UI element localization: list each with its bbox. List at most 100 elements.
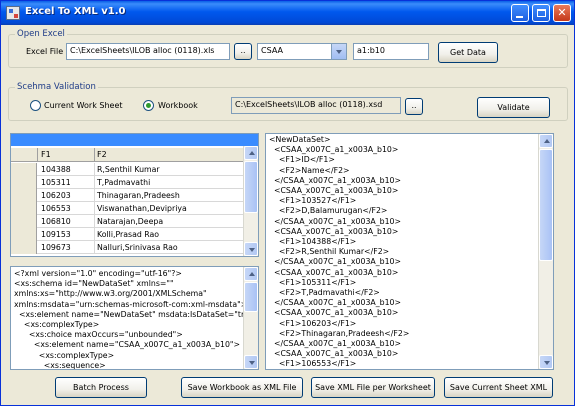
table-row[interactable]: 106553 Viswanathan,Devipriya xyxy=(11,202,243,215)
scroll-thumb[interactable] xyxy=(244,282,258,312)
data-grid[interactable]: F1 F2 104388 R,Senthil Kumar 105311 T,Padm… xyxy=(10,133,259,257)
xml-text-line: <CSAA_x007C_a1_x003A_b10> xyxy=(269,145,399,155)
cell-f2[interactable]: Kolli,Prasad Rao xyxy=(97,230,159,239)
schema-text-line: <xs:element name="NewDataSet" msdata:IsD… xyxy=(14,309,259,319)
column-header-f1[interactable]: F1 xyxy=(41,150,51,159)
save-current-sheet-xml-button[interactable]: Save Current Sheet XML xyxy=(444,377,553,398)
xml-text-line: <F1>106203</F1> xyxy=(269,318,357,328)
xml-scrollbar[interactable] xyxy=(538,134,553,369)
save-xml-per-worksheet-button[interactable]: Save XML File per Worksheet xyxy=(311,377,435,398)
schema-text-line: xmlns:xs="http://www.w3.org/2001/XMLSche… xyxy=(14,289,207,299)
title-bar[interactable]: Excel To XML v1.0 ✕ xyxy=(1,1,574,25)
xml-text-line: <F1>103527</F1> xyxy=(269,196,357,206)
xsd-path-field[interactable]: C:\ExcelSheets\ILOB alloc (0118).xsd xyxy=(231,97,401,114)
xml-text-line: </CSAA_x007C_a1_x003A_b10> xyxy=(269,298,402,308)
grid-scrollbar[interactable] xyxy=(243,146,258,256)
minimize-button[interactable] xyxy=(511,4,529,22)
schema-validation-group-title: Scehma Validation xyxy=(15,82,98,92)
xml-output-textarea[interactable]: <NewDataSet> <CSAA_x007C_a1_x003A_b10> <… xyxy=(265,133,554,370)
cell-f2[interactable]: Nalluri,Srinivasa Rao xyxy=(97,243,178,252)
table-row[interactable]: 109153 Kolli,Prasad Rao xyxy=(11,228,243,241)
row-header[interactable] xyxy=(11,163,37,176)
table-row[interactable]: 106203 Thinagaran,Pradeesh xyxy=(11,189,243,202)
xsd-browse-button[interactable]: .. xyxy=(405,98,423,115)
xml-text-line: <NewDataSet> xyxy=(269,135,331,144)
cell-f1[interactable]: 106553 xyxy=(41,204,71,213)
current-worksheet-label[interactable]: Current Work Sheet xyxy=(44,101,123,110)
cell-f2[interactable]: T,Padmavathi xyxy=(97,178,150,187)
schema-text-line: <xs:complexType> xyxy=(14,320,100,330)
xml-text-line: <F2>R,Senthil Kumar</F2> xyxy=(269,247,390,257)
table-row[interactable]: 109673 Nalluri,Srinivasa Rao xyxy=(11,241,243,254)
grid-header: F1 F2 xyxy=(11,148,243,162)
schema-text-line: <xs:element name="CSAA_x007C_a1_x003A_b1… xyxy=(14,340,241,350)
scroll-down-icon[interactable] xyxy=(244,242,258,256)
maximize-button[interactable] xyxy=(532,4,550,22)
schema-text-line: <xs:complexType> xyxy=(14,350,115,360)
cell-f1[interactable]: 106810 xyxy=(41,217,71,226)
xml-text-line: <F2>D,Balamurugan</F2> xyxy=(269,206,388,216)
scroll-up-icon[interactable] xyxy=(539,134,553,148)
xml-text-line: <F1>104388</F1> xyxy=(269,237,357,247)
xml-text-line: <CSAA_x007C_a1_x003A_b10> xyxy=(269,308,399,318)
cell-f1[interactable]: 105311 xyxy=(41,178,71,187)
row-header[interactable] xyxy=(11,215,37,228)
table-row[interactable]: 105311 T,Padmavathi xyxy=(11,176,243,189)
close-button[interactable]: ✕ xyxy=(553,4,571,22)
workbook-label[interactable]: Workbook xyxy=(158,101,198,110)
scroll-thumb[interactable] xyxy=(244,161,258,213)
sheet-select[interactable]: CSAA xyxy=(257,43,347,60)
chevron-down-icon[interactable] xyxy=(331,44,346,59)
xml-text-line: <F2>Thinagaran,Pradeesh</F2> xyxy=(269,328,410,338)
window-title: Excel To XML v1.0 xyxy=(25,6,126,17)
cell-f1[interactable]: 106203 xyxy=(41,191,71,200)
table-row[interactable]: 106810 Natarajan,Deepa xyxy=(11,215,243,228)
validate-button[interactable]: Validate xyxy=(477,97,550,118)
table-row[interactable]: 104388 R,Senthil Kumar xyxy=(11,163,243,176)
range-field[interactable]: a1:b10 xyxy=(353,43,429,60)
grid-caption-bar xyxy=(11,134,258,146)
row-header[interactable] xyxy=(11,189,37,202)
row-header[interactable] xyxy=(11,176,37,189)
xml-text-line: </CSAA_x007C_a1_x003A_b10> xyxy=(269,257,402,267)
cell-f2[interactable]: R,Senthil Kumar xyxy=(97,165,160,174)
cell-f2[interactable]: Viswanathan,Devipriya xyxy=(97,204,187,213)
row-header[interactable] xyxy=(11,228,37,241)
row-header[interactable] xyxy=(11,202,37,215)
xml-text-line: <F1>105311</F1> xyxy=(269,277,357,287)
xml-text-line: <F2>Name</F2> xyxy=(269,165,350,175)
cell-f2[interactable]: Natarajan,Deepa xyxy=(97,217,163,226)
cell-f1[interactable]: 104388 xyxy=(41,165,71,174)
column-header-f2[interactable]: F2 xyxy=(97,150,107,159)
main-window: Excel To XML v1.0 ✕ Open Excel Excel Fil… xyxy=(0,0,575,406)
scroll-down-icon[interactable] xyxy=(539,355,553,369)
excel-file-browse-button[interactable]: .. xyxy=(234,43,252,60)
schema-scrollbar[interactable] xyxy=(243,267,258,369)
xml-text-line: <CSAA_x007C_a1_x003A_b10> xyxy=(269,226,399,236)
xml-text-line: <F1>ID</F1> xyxy=(269,155,335,165)
scroll-thumb[interactable] xyxy=(539,149,553,261)
scroll-up-icon[interactable] xyxy=(244,146,258,160)
schema-text-line: <xs:schema id="NewDataSet" xmlns="" xyxy=(14,279,174,289)
batch-process-button[interactable]: Batch Process xyxy=(55,377,147,398)
xml-text-line: </CSAA_x007C_a1_x003A_b10> xyxy=(269,339,402,349)
get-data-button[interactable]: Get Data xyxy=(438,42,498,63)
scroll-down-icon[interactable] xyxy=(244,355,258,369)
scroll-up-icon[interactable] xyxy=(244,267,258,281)
close-icon: ✕ xyxy=(557,6,567,19)
cell-f2[interactable]: Thinagaran,Pradeesh xyxy=(97,191,180,200)
xml-text-line: </CSAA_x007C_a1_x003A_b10> xyxy=(269,216,402,226)
row-header[interactable] xyxy=(11,241,37,254)
save-workbook-xml-button[interactable]: Save Workbook as XML File xyxy=(181,377,303,398)
workbook-radio[interactable] xyxy=(143,100,154,111)
cell-f1[interactable]: 109673 xyxy=(41,243,71,252)
xml-text-line: <F2>T,Padmavathi</F2> xyxy=(269,288,380,298)
current-worksheet-radio[interactable] xyxy=(30,100,41,111)
maximize-icon xyxy=(537,9,546,17)
schema-text-line: <?xml version="1.0" encoding="utf-16"?> xyxy=(14,269,182,278)
xml-text-line: </CSAA_x007C_a1_x003A_b10> xyxy=(269,175,402,185)
schema-textarea[interactable]: <?xml version="1.0" encoding="utf-16"?> <… xyxy=(10,266,259,370)
xml-text-line: <CSAA_x007C_a1_x003A_b10> xyxy=(269,349,399,359)
cell-f1[interactable]: 109153 xyxy=(41,230,71,239)
excel-file-path-field[interactable]: C:\ExcelSheets\ILOB alloc (0118).xls xyxy=(66,43,230,60)
